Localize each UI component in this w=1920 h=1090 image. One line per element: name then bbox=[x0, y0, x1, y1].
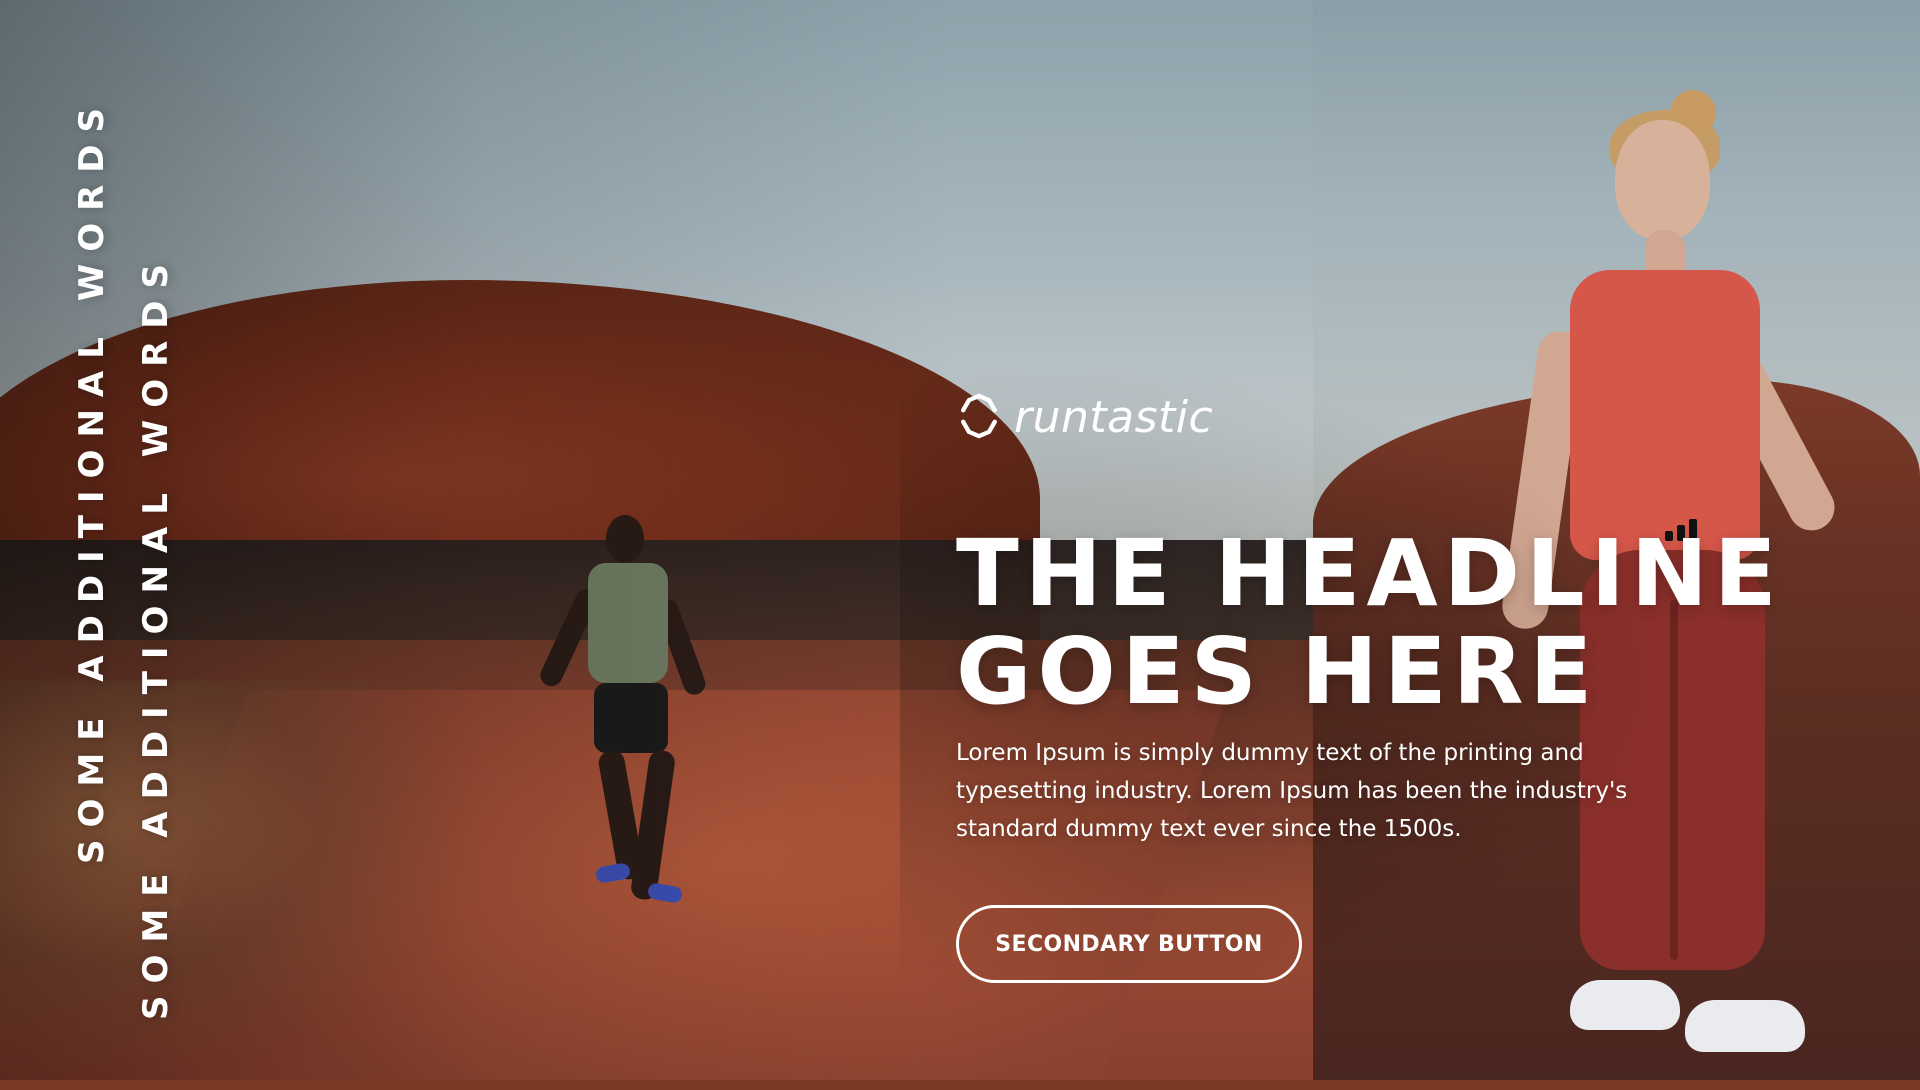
hero-banner: SOME ADDITIONAL WORDS SOME ADDITIONAL WO… bbox=[0, 0, 1920, 1080]
woman-shoe-right bbox=[1685, 1000, 1805, 1052]
runner-figure bbox=[536, 515, 709, 925]
headline-line-2: GOES HERE bbox=[956, 618, 1599, 725]
runner-shoe-left bbox=[594, 862, 632, 884]
runner-head bbox=[606, 515, 644, 563]
vertical-text-right: SOME ADDITIONAL WORDS bbox=[136, 251, 176, 1020]
runner-shoe-right bbox=[646, 882, 684, 904]
runner-shorts bbox=[594, 683, 668, 753]
brand-lockup: runtastic bbox=[956, 392, 1213, 443]
secondary-button[interactable]: SECONDARY BUTTON bbox=[956, 905, 1302, 983]
brand-name: runtastic bbox=[1014, 392, 1214, 443]
runner-leg-right bbox=[629, 748, 677, 902]
vertical-text-left: SOME ADDITIONAL WORDS bbox=[72, 95, 112, 864]
runtastic-logo-icon bbox=[956, 393, 1002, 443]
headline: THE HEADLINE GOES HERE bbox=[956, 520, 1783, 725]
body-text: Lorem Ipsum is simply dummy text of the … bbox=[956, 740, 1628, 842]
headline-line-1: THE HEADLINE bbox=[956, 520, 1783, 627]
woman-head bbox=[1615, 120, 1710, 240]
runner-torso bbox=[588, 563, 668, 683]
woman-shoe-left bbox=[1570, 980, 1680, 1030]
